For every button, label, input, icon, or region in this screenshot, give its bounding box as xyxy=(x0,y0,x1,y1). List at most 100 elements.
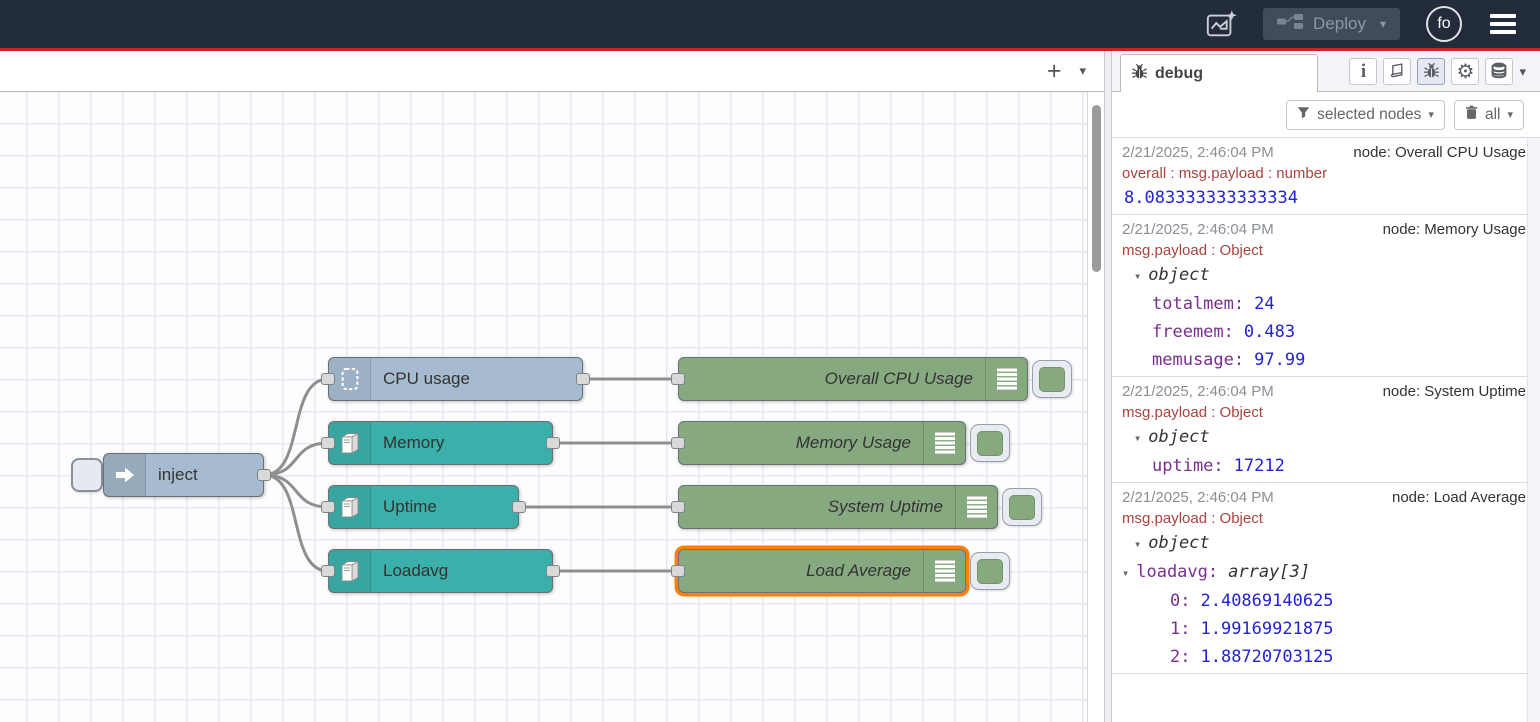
message-source-node[interactable]: node: Load Average xyxy=(1392,487,1526,508)
output-port[interactable] xyxy=(546,565,560,577)
sidebar-tabs-caret-icon[interactable]: ▾ xyxy=(1519,64,1526,80)
flow-area: + ▾ xyxy=(0,51,1104,722)
collapse-caret-icon[interactable]: ▾ xyxy=(1122,566,1129,580)
flow-chart-sparkle-icon[interactable] xyxy=(1205,8,1237,40)
computer-tower-icon xyxy=(329,422,371,464)
sidebar-icon-buttons: i xyxy=(1349,58,1526,91)
debug-enable-toggle[interactable] xyxy=(1002,488,1042,526)
main-menu-icon[interactable] xyxy=(1488,10,1518,38)
header: Deploy ▾ fo xyxy=(0,0,1540,48)
scrollbar-thumb[interactable] xyxy=(1092,105,1101,272)
output-port[interactable] xyxy=(257,469,271,481)
message-property-path: msg.payload : Object xyxy=(1122,240,1526,261)
object-value: 97.99 xyxy=(1254,350,1305,370)
debug-enable-toggle[interactable] xyxy=(970,424,1010,462)
array-index: 2: xyxy=(1170,647,1190,667)
object-key: uptime: xyxy=(1152,456,1224,476)
node-red-app: Deploy ▾ fo + ▾ xyxy=(0,0,1540,722)
array-value: 1.88720703125 xyxy=(1200,647,1333,667)
output-port[interactable] xyxy=(576,373,590,385)
config-nodes-tab-button[interactable]: ⚙ xyxy=(1451,58,1479,85)
message-timestamp: 2/21/2025, 2:46:04 PM xyxy=(1122,219,1274,240)
filter-caret-icon: ▾ xyxy=(1428,108,1434,121)
collapse-caret-icon[interactable]: ▾ xyxy=(1134,431,1141,445)
deploy-button[interactable]: Deploy ▾ xyxy=(1263,8,1400,40)
message-source-node[interactable]: node: Overall CPU Usage xyxy=(1353,142,1526,163)
object-value: 0.483 xyxy=(1244,322,1295,342)
node-inject[interactable]: inject xyxy=(103,453,264,497)
input-port[interactable] xyxy=(671,565,685,577)
debug-message-list[interactable]: 2/21/2025, 2:46:04 PM node: Overall CPU … xyxy=(1112,138,1540,722)
debug-clear-button[interactable]: all ▾ xyxy=(1454,100,1524,130)
debug-tab-button[interactable] xyxy=(1417,58,1445,85)
info-tab-button[interactable]: i xyxy=(1349,58,1377,85)
node-label: Memory xyxy=(371,433,456,453)
wire[interactable] xyxy=(264,443,328,475)
database-icon xyxy=(1490,62,1508,82)
bug-icon xyxy=(1131,63,1148,85)
flow-tabbar: + ▾ xyxy=(0,51,1104,92)
help-tab-button[interactable] xyxy=(1383,58,1411,85)
debug-enable-toggle[interactable] xyxy=(970,552,1010,590)
canvas-vertical-scrollbar[interactable] xyxy=(1087,92,1104,722)
message-source-node[interactable]: node: System Uptime xyxy=(1383,381,1526,402)
computer-tower-icon xyxy=(329,550,371,592)
node-debug-overall-cpu-usage[interactable]: Overall CPU Usage xyxy=(678,357,1028,401)
message-timestamp: 2/21/2025, 2:46:04 PM xyxy=(1122,487,1274,508)
node-label: Overall CPU Usage xyxy=(679,369,985,389)
collapse-caret-icon[interactable]: ▾ xyxy=(1134,537,1141,551)
wire[interactable] xyxy=(264,475,328,507)
gear-icon: ⚙ xyxy=(1457,62,1475,82)
node-debug-memory-usage[interactable]: Memory Usage xyxy=(678,421,966,465)
clear-caret-icon: ▾ xyxy=(1507,108,1513,121)
debug-enable-toggle[interactable] xyxy=(1032,360,1072,398)
flow-list-caret-icon[interactable]: ▾ xyxy=(1079,63,1086,79)
message-value: 8.083333333333334 xyxy=(1124,188,1298,208)
debug-message: 2/21/2025, 2:46:04 PM node: System Uptim… xyxy=(1112,377,1540,483)
deploy-caret-icon[interactable]: ▾ xyxy=(1380,17,1386,31)
node-memory[interactable]: Memory xyxy=(328,421,553,465)
message-source-node[interactable]: node: Memory Usage xyxy=(1383,219,1526,240)
object-key: totalmem: xyxy=(1152,294,1244,314)
workspace: + ▾ xyxy=(0,51,1540,722)
tab-debug-label: debug xyxy=(1155,65,1203,83)
object-key: memusage: xyxy=(1152,350,1244,370)
node-cpu-usage[interactable]: CPU usage xyxy=(328,357,583,401)
node-uptime[interactable]: Uptime xyxy=(328,485,519,529)
sidebar-splitter[interactable] xyxy=(1104,51,1112,722)
node-debug-system-uptime[interactable]: System Uptime xyxy=(678,485,998,529)
input-port[interactable] xyxy=(671,437,685,449)
user-avatar[interactable]: fo xyxy=(1426,6,1462,42)
debug-filter-button[interactable]: selected nodes ▾ xyxy=(1286,100,1445,130)
inject-trigger-button[interactable] xyxy=(71,458,103,492)
collapse-caret-icon[interactable]: ▾ xyxy=(1134,269,1141,283)
input-port[interactable] xyxy=(321,565,335,577)
context-data-tab-button[interactable] xyxy=(1485,58,1513,85)
node-debug-load-average[interactable]: Load Average xyxy=(678,549,966,593)
node-loadavg[interactable]: Loadavg xyxy=(328,549,553,593)
object-key: loadavg: xyxy=(1136,562,1218,582)
clear-label: all xyxy=(1485,106,1501,124)
inject-arrow-icon xyxy=(104,454,146,496)
node-label: Load Average xyxy=(679,561,923,581)
add-flow-button[interactable]: + xyxy=(1047,59,1062,84)
sidebar-tabbar: debug i xyxy=(1112,51,1540,92)
node-label: CPU usage xyxy=(371,369,482,389)
input-port[interactable] xyxy=(671,373,685,385)
deploy-nodes-icon xyxy=(1277,14,1303,34)
input-port[interactable] xyxy=(671,501,685,513)
tab-debug[interactable]: debug xyxy=(1120,54,1318,92)
node-label: Uptime xyxy=(371,497,449,517)
flow-canvas[interactable]: inject CPU usage xyxy=(0,92,1087,722)
node-label: Loadavg xyxy=(371,561,460,581)
output-port[interactable] xyxy=(546,437,560,449)
debug-list-icon xyxy=(985,358,1027,400)
object-key: freemem: xyxy=(1152,322,1234,342)
object-value: 24 xyxy=(1254,294,1274,314)
input-port[interactable] xyxy=(321,437,335,449)
input-port[interactable] xyxy=(321,373,335,385)
computer-tower-icon xyxy=(329,486,371,528)
input-port[interactable] xyxy=(321,501,335,513)
output-port[interactable] xyxy=(512,501,526,513)
object-label: object xyxy=(1148,265,1209,285)
